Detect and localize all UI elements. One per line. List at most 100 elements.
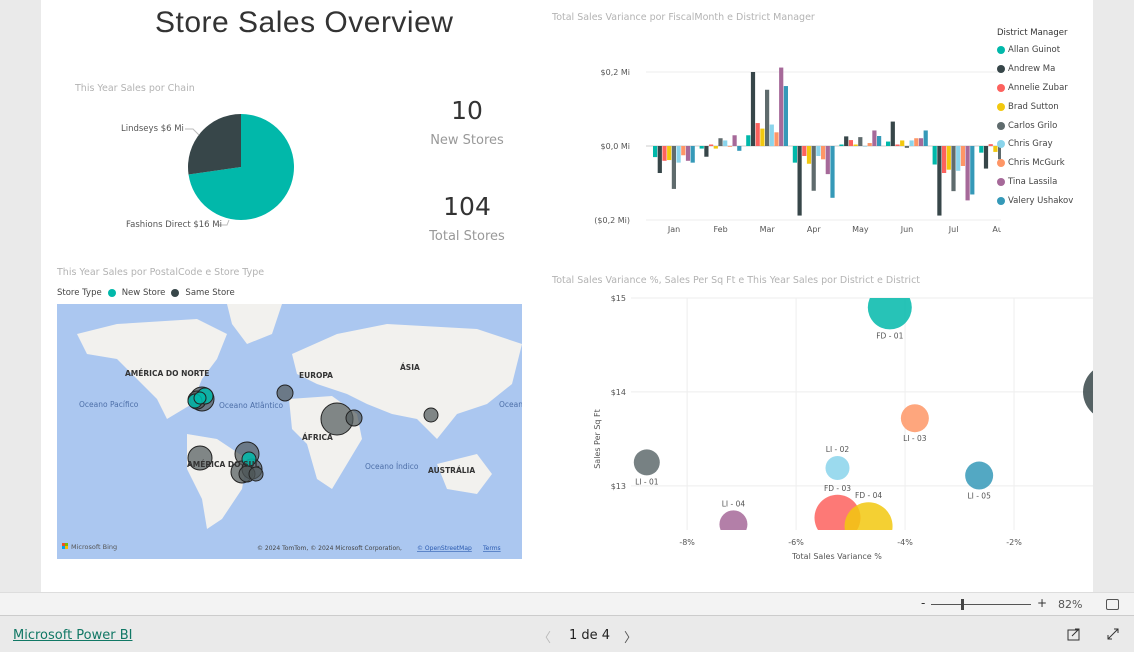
- bubble-li-05[interactable]: [965, 461, 994, 490]
- bar-tina-lassila-jun[interactable]: [918, 138, 924, 146]
- bar-chris-mcgurk-jan[interactable]: [681, 146, 686, 156]
- bubble-li-01[interactable]: [633, 449, 660, 476]
- bar-chris-gray-apr[interactable]: [816, 146, 821, 156]
- power-bi-link[interactable]: Microsoft Power BI: [13, 628, 132, 643]
- bar-carlos-grilo-may[interactable]: [858, 137, 863, 146]
- bar-tina-lassila-apr[interactable]: [825, 146, 830, 175]
- bar-annelie-zubar-apr[interactable]: [802, 146, 807, 156]
- legend-item-tina-lassila[interactable]: Tina Lassila: [997, 173, 1073, 192]
- bar-andrew-ma-apr[interactable]: [797, 146, 802, 216]
- next-page-button[interactable]: 〉: [624, 627, 637, 646]
- bar-carlos-grilo-jan[interactable]: [671, 146, 676, 189]
- bar-chris-mcgurk-apr[interactable]: [821, 146, 826, 160]
- bar-allan-guinot-jan[interactable]: [653, 146, 658, 158]
- bar-valery-ushakov-jul[interactable]: [970, 146, 975, 195]
- legend-item-brad-sutton[interactable]: Brad Sutton: [997, 97, 1073, 116]
- bubble-fd-02[interactable]: [1083, 364, 1093, 420]
- bar-chris-mcgurk-jun[interactable]: [914, 138, 919, 146]
- map-bubble[interactable]: [248, 466, 264, 482]
- bar-chris-gray-mar[interactable]: [769, 124, 774, 146]
- bar-valery-ushakov-jan[interactable]: [690, 146, 695, 163]
- bar-andrew-ma-jan[interactable]: [657, 146, 662, 174]
- bar-chris-mcgurk-jul[interactable]: [960, 146, 965, 166]
- bar-chris-gray-jun[interactable]: [909, 140, 914, 146]
- bar-valery-ushakov-mar[interactable]: [783, 86, 788, 146]
- bar-chris-gray-feb[interactable]: [723, 140, 728, 146]
- bar-annelie-zubar-may[interactable]: [848, 140, 853, 146]
- pie-slice-lindseys[interactable]: [188, 114, 241, 175]
- map-bubble[interactable]: [193, 391, 207, 405]
- zoom-out-button[interactable]: -: [921, 596, 925, 610]
- bar-chris-mcgurk-mar[interactable]: [774, 132, 779, 146]
- bar-annelie-zubar-aug[interactable]: [988, 144, 993, 146]
- bar-annelie-zubar-jun[interactable]: [895, 144, 900, 146]
- bar-allan-guinot-jun[interactable]: [886, 141, 891, 146]
- bar-valery-ushakov-jun[interactable]: [923, 130, 928, 146]
- bar-chris-gray-may[interactable]: [862, 146, 868, 147]
- legend-item-allan-guinot[interactable]: Allan Guinot: [997, 41, 1073, 60]
- map-legend-same-store[interactable]: Same Store: [185, 288, 234, 298]
- osm-link[interactable]: © OpenStreetMap: [417, 545, 472, 552]
- bar-brad-sutton-jan[interactable]: [667, 146, 672, 161]
- legend-item-chris-gray[interactable]: Chris Gray: [997, 135, 1073, 154]
- bar-allan-guinot-mar[interactable]: [746, 135, 751, 146]
- bar-andrew-ma-may[interactable]: [844, 136, 849, 146]
- bar-chris-mcgurk-feb[interactable]: [727, 146, 732, 147]
- bar-valery-ushakov-feb[interactable]: [737, 146, 742, 151]
- bar-annelie-zubar-jan[interactable]: [662, 146, 667, 161]
- map-bubble[interactable]: [276, 384, 294, 402]
- zoom-in-button[interactable]: +: [1037, 596, 1047, 610]
- map-bubble[interactable]: [423, 407, 439, 423]
- bar-tina-lassila-mar[interactable]: [779, 67, 784, 146]
- bubble-li-02[interactable]: [825, 456, 850, 481]
- bar-chris-mcgurk-may[interactable]: [867, 143, 872, 146]
- legend-item-annelie-zubar[interactable]: Annelie Zubar: [997, 79, 1073, 98]
- map-legend-new-store[interactable]: New Store: [122, 288, 166, 298]
- bar-carlos-grilo-feb[interactable]: [718, 138, 723, 146]
- bar-andrew-ma-jun[interactable]: [890, 121, 895, 146]
- bar-allan-guinot-jul[interactable]: [932, 146, 937, 165]
- bar-valery-ushakov-apr[interactable]: [830, 146, 835, 198]
- bar-brad-sutton-jun[interactable]: [900, 140, 905, 146]
- bar-andrew-ma-feb[interactable]: [704, 146, 709, 157]
- share-icon[interactable]: [1067, 627, 1081, 641]
- bar-tina-lassila-may[interactable]: [872, 130, 877, 146]
- bar-allan-guinot-apr[interactable]: [792, 146, 797, 163]
- bar-allan-guinot-feb[interactable]: [699, 146, 704, 149]
- bar-allan-guinot-aug[interactable]: [979, 146, 984, 153]
- bar-andrew-ma-mar[interactable]: [750, 72, 756, 146]
- legend-item-andrew-ma[interactable]: Andrew Ma: [997, 60, 1073, 79]
- bar-carlos-grilo-mar[interactable]: [765, 89, 770, 146]
- bar-brad-sutton-mar[interactable]: [760, 128, 765, 146]
- map-bubble[interactable]: [345, 409, 363, 427]
- scatter-chart[interactable]: -8%-6%-4%-2%0%$15$14$13Total Sales Varia…: [541, 285, 1093, 565]
- bar-annelie-zubar-mar[interactable]: [755, 123, 760, 146]
- bar-tina-lassila-jan[interactable]: [685, 146, 691, 161]
- zoom-slider[interactable]: [931, 604, 1031, 605]
- bubble-fd-01[interactable]: [867, 285, 912, 330]
- prev-page-button[interactable]: 〈: [538, 627, 551, 646]
- zoom-slider-thumb[interactable]: [961, 599, 964, 610]
- bar-valery-ushakov-may[interactable]: [877, 136, 882, 146]
- legend-item-chris-mcgurk[interactable]: Chris McGurk: [997, 154, 1073, 173]
- fit-to-page-icon[interactable]: [1106, 599, 1119, 610]
- bar-brad-sutton-feb[interactable]: [713, 146, 718, 149]
- bar-allan-guinot-may[interactable]: [839, 144, 844, 146]
- legend-item-valery-ushakov[interactable]: Valery Ushakov: [997, 191, 1073, 210]
- bar-brad-sutton-jul[interactable]: [946, 146, 951, 170]
- bar-annelie-zubar-jul[interactable]: [942, 146, 947, 174]
- bar-brad-sutton-may[interactable]: [853, 144, 858, 146]
- fullscreen-icon[interactable]: [1106, 627, 1120, 641]
- map[interactable]: AMÉRICA DO NORTE AMÉRICA DO SUL EUROPA Á…: [57, 304, 522, 559]
- bubble-li-04[interactable]: [719, 510, 748, 538]
- bubble-li-03[interactable]: [900, 404, 929, 433]
- bar-carlos-grilo-jun[interactable]: [904, 146, 909, 148]
- terms-link[interactable]: Terms: [482, 545, 501, 552]
- bar-chris-gray-jan[interactable]: [676, 146, 681, 163]
- bar-brad-sutton-apr[interactable]: [806, 146, 812, 164]
- bar-chart[interactable]: $0,2 Mi $0,0 Mi ($0,2 Mi) Jan Feb Mar Apr May Ju…: [541, 40, 1001, 240]
- bar-carlos-grilo-apr[interactable]: [811, 146, 816, 191]
- map-canvas[interactable]: AMÉRICA DO NORTE AMÉRICA DO SUL EUROPA Á…: [57, 304, 522, 559]
- bar-tina-lassila-feb[interactable]: [732, 135, 737, 146]
- bar-annelie-zubar-feb[interactable]: [709, 144, 714, 146]
